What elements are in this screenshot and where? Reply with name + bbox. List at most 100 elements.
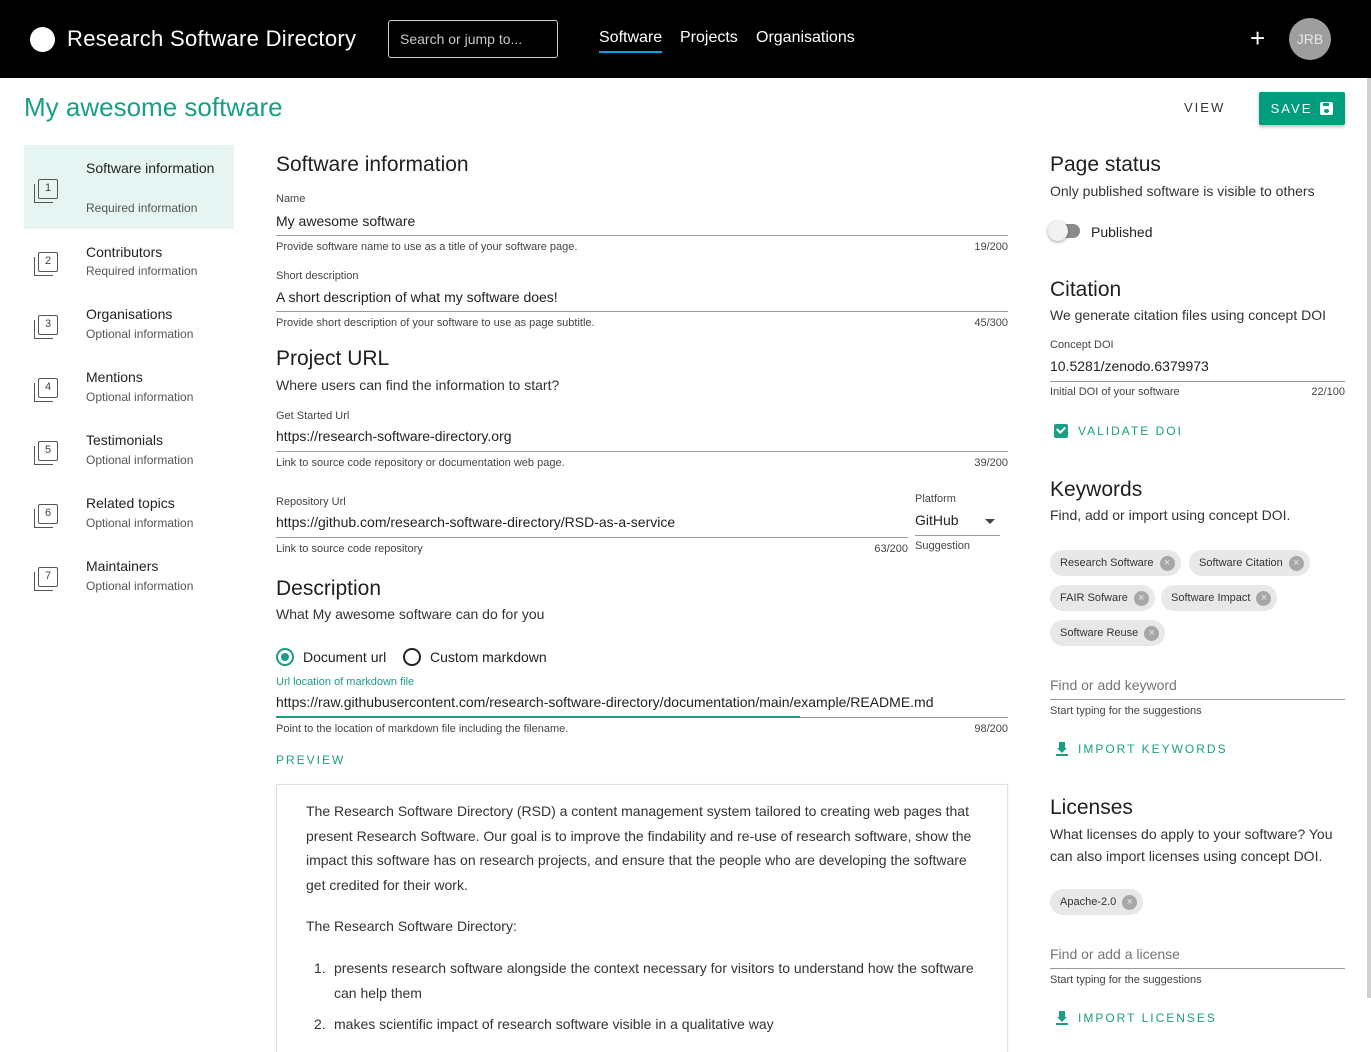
license-input[interactable] [1050,946,1345,962]
step-number-icon: 4 [34,378,58,402]
name-help: Provide software name to use as a title … [276,241,578,253]
keywords-heading: Keywords [1050,478,1143,501]
save-button[interactable]: SAVE [1259,92,1345,125]
step-contributors[interactable]: 2 Contributors Required information [24,229,234,292]
citation-subtitle: We generate citation files using concept… [1050,307,1327,323]
nav-software[interactable]: Software [599,29,663,53]
name-underline [276,235,1008,236]
remove-chip-icon[interactable]: × [1133,590,1149,606]
step-number-icon: 2 [34,252,58,276]
validate-check-icon [1054,424,1068,438]
keyword-chip: Software Impact × [1161,585,1278,611]
keyword-chip-label: Software Citation [1199,557,1283,569]
markdown-url-label: Url location of markdown file [276,676,415,688]
get-started-url-help: Link to source code repository or docume… [276,457,565,469]
logo-icon[interactable] [30,27,55,52]
step-organisations[interactable]: 3 Organisations Optional information [24,292,234,355]
step-maintainers[interactable]: 7 Maintainers Optional information [24,544,234,607]
remove-chip-icon[interactable]: × [1144,625,1160,641]
get-started-url-input[interactable] [276,428,1008,444]
preview-paragraph: The Research Software Directory: [306,918,517,934]
get-started-url-counter: 39/200 [974,457,1008,469]
page-status-heading: Page status [1050,153,1161,176]
concept-doi-help: Initial DOI of your software [1050,386,1180,398]
app-title[interactable]: Research Software Directory [67,26,356,52]
remove-chip-icon[interactable]: × [1122,894,1138,910]
platform-select[interactable]: GitHub [915,512,959,528]
keyword-underline [1050,699,1345,700]
step-subtitle: Optional information [86,516,194,530]
step-number-icon: 6 [34,504,58,528]
name-label: Name [276,193,306,205]
preview-list-number: 1. [314,960,326,976]
step-navigation: 1 Software information Required informat… [24,145,234,607]
short-description-counter: 45/300 [974,317,1008,329]
get-started-url-label: Get Started Url [276,410,350,422]
step-subtitle: Optional information [86,390,194,404]
nav-projects[interactable]: Projects [680,29,738,47]
step-related-topics[interactable]: 6 Related topics Optional information [24,481,234,544]
markdown-url-focus-underline [276,716,800,718]
keyword-chip-label: Software Impact [1171,592,1251,604]
import-keywords-label: IMPORT KEYWORDS [1078,742,1228,756]
markdown-url-help: Point to the location of markdown file i… [276,723,569,735]
step-software-information[interactable]: 1 Software information Required informat… [24,145,234,229]
repository-url-input[interactable] [276,514,906,530]
document-url-label[interactable]: Document url [303,649,386,665]
concept-doi-input[interactable] [1050,358,1345,374]
custom-markdown-label[interactable]: Custom markdown [430,649,547,665]
published-toggle[interactable] [1048,221,1080,241]
keyword-chip-label: Research Software [1060,557,1154,569]
step-testimonials[interactable]: 5 Testimonials Optional information [24,418,234,481]
short-description-label: Short description [276,270,359,282]
validate-doi-label: VALIDATE DOI [1078,424,1183,438]
repository-url-underline [276,537,908,538]
import-licenses-button[interactable]: IMPORT LICENSES [1056,1011,1217,1025]
short-description-help: Provide short description of your softwa… [276,317,595,329]
published-label: Published [1091,224,1153,240]
nav-organisations[interactable]: Organisations [756,29,855,47]
remove-chip-icon[interactable]: × [1159,555,1175,571]
step-mentions[interactable]: 4 Mentions Optional information [24,355,234,418]
step-subtitle: Required information [86,201,198,215]
add-icon[interactable]: + [1250,23,1265,53]
remove-chip-icon[interactable]: × [1288,555,1304,571]
project-url-subtitle: Where users can find the information to … [276,377,560,393]
import-licenses-label: IMPORT LICENSES [1078,1011,1217,1025]
download-icon [1056,742,1068,756]
import-keywords-button[interactable]: IMPORT KEYWORDS [1056,742,1228,756]
chevron-down-icon[interactable] [985,519,995,524]
keyword-input[interactable] [1050,677,1345,693]
page-scrollbar[interactable] [1367,78,1371,998]
custom-markdown-radio[interactable] [403,648,421,666]
remove-chip-icon[interactable]: × [1256,590,1272,606]
preview-paragraph: The Research Software Directory (RSD) a … [306,803,972,893]
name-counter: 19/200 [974,241,1008,253]
search-input[interactable] [388,20,558,58]
step-number-icon: 3 [34,315,58,339]
licenses-heading: Licenses [1050,796,1133,819]
licenses-subtitle: What licenses do apply to your software?… [1050,826,1333,864]
keyword-chip-label: FAIR Sofware [1060,592,1128,604]
short-description-input[interactable] [276,289,1008,305]
avatar[interactable]: JRB [1289,18,1331,60]
short-description-underline [276,311,1008,312]
step-title: Organisations [86,306,173,322]
markdown-url-counter: 98/200 [974,723,1008,735]
step-title: Related topics [86,495,175,511]
keyword-chip-label: Software Reuse [1060,627,1139,639]
keywords-subtitle: Find, add or import using concept DOI. [1050,507,1291,523]
document-url-radio[interactable] [276,648,294,666]
name-input[interactable] [276,213,1008,229]
save-icon [1320,102,1334,115]
view-button[interactable]: VIEW [1184,100,1225,115]
step-number-icon: 1 [34,179,58,203]
markdown-url-input[interactable] [276,694,1008,710]
step-title: Mentions [86,369,143,385]
step-title: Contributors [86,244,163,260]
step-title: Software information [86,160,215,176]
repository-url-label: Repository Url [276,496,346,508]
validate-doi-button[interactable]: VALIDATE DOI [1054,424,1183,438]
license-chip-label: Apache-2.0 [1060,896,1117,908]
preview-tab[interactable]: PREVIEW [276,753,345,767]
